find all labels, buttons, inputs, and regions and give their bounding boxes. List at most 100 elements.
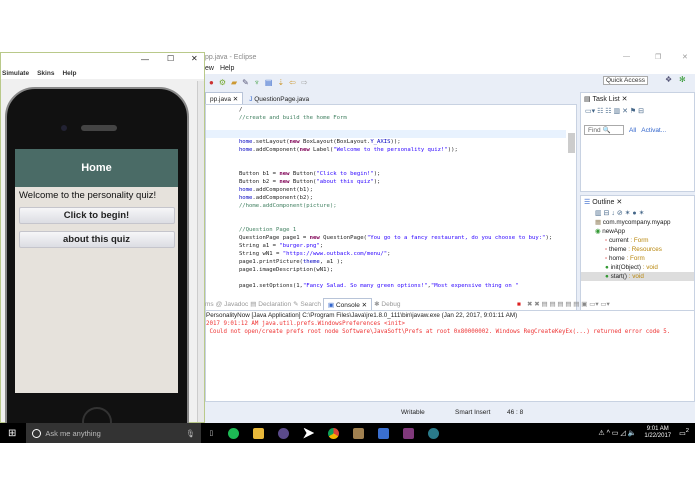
debug-icon[interactable]: ⚙ (219, 78, 226, 87)
code-line: home.addComponent(b2); (212, 195, 314, 201)
menu-simulate[interactable]: Simulate (2, 70, 29, 77)
spotify-icon[interactable] (228, 427, 240, 439)
task-list-title[interactable]: Task List (592, 96, 619, 103)
eclipse-icon[interactable] (428, 427, 440, 439)
clock[interactable]: 9:01 AM 1/22/2017 (644, 426, 671, 440)
editor-vertical-scrollbar[interactable] (568, 133, 575, 153)
code-line: String wN1 = "https://www.outback.com/me… (212, 251, 391, 257)
onenote-icon[interactable] (403, 427, 415, 439)
close-button[interactable]: ✕ (191, 54, 198, 63)
eclipse-window: pp.java - Eclipse — ❐ ✕ ew Help ● ⚙ ▰ ✎ ♆ ▤ ⇣ ⇦… (205, 52, 695, 423)
status-writable: Writable (401, 409, 425, 416)
simulator-window: — ☐ ✕ Simulate Skins Help Home Welcome t… (0, 52, 205, 437)
outline-item[interactable]: ● start() : void (581, 272, 694, 281)
annotation-icon[interactable]: ♆ (254, 78, 260, 87)
minimize-button[interactable]: — (141, 55, 149, 64)
run-icon[interactable]: ● (209, 78, 214, 87)
next-annotation-icon[interactable]: ⇣ (277, 78, 284, 87)
tab-javadoc[interactable]: @ Javadoc (216, 301, 249, 308)
app-icon[interactable] (278, 427, 290, 439)
outline-item[interactable]: ◉ newApp (581, 227, 694, 236)
status-cursor-position: 46 : 8 (507, 409, 524, 416)
quick-access-input[interactable]: Quick Access (603, 76, 649, 85)
minimize-button[interactable]: — (623, 53, 630, 60)
cortana-icon (32, 428, 42, 438)
package-icon: ▦ (595, 219, 603, 226)
menu-window[interactable]: ew (205, 65, 214, 72)
restore-button[interactable]: ❐ (655, 53, 661, 61)
close-button[interactable]: ✕ (682, 53, 688, 61)
outline-item[interactable]: ● init(Object) : void (581, 263, 694, 272)
tab-debug[interactable]: ✱ Debug (374, 300, 400, 308)
code-line: page1.setOptions(1,"Fancy Salad. So many… (212, 283, 519, 289)
outline-icon: ☰ (584, 199, 591, 206)
code-line: page1.imageDescription(wN1); (212, 267, 334, 273)
simulator-scrollbar[interactable] (197, 81, 204, 422)
chrome-icon[interactable] (328, 427, 340, 439)
mark-icon[interactable]: ▤ (265, 78, 273, 87)
outline-title[interactable]: Outline (592, 199, 614, 206)
tab-declaration[interactable]: ▤ Declaration (250, 300, 291, 308)
form-title: Home (15, 149, 178, 187)
task-view-icon[interactable]: ▯ (209, 429, 213, 437)
console-line: 2017 9:01:12 AM java.util.prefs.WindowsP… (206, 321, 405, 327)
system-tray-icons[interactable]: ⚠ ^ ▭ ◿ 🔈 (598, 429, 636, 437)
code-line: home.setLayout(new BoxLayout(BoxLayout.Y… (212, 139, 401, 145)
plex-icon[interactable] (303, 427, 315, 439)
menu-help[interactable]: Help (220, 65, 234, 72)
windows-start-icon[interactable]: ⊞ (8, 428, 16, 439)
code-line: //create and build the home Form (212, 115, 347, 121)
microphone-icon[interactable]: 🎙 (186, 429, 196, 438)
status-insert-mode: Smart Insert (455, 409, 491, 416)
outline-item[interactable]: ▦ com.mycompany.myapp (581, 218, 694, 227)
network-app-icon[interactable] (378, 427, 390, 439)
code-line: home.addComponent(new Label("Welcome to … (212, 147, 458, 153)
notifications-icon[interactable]: ▭2 (679, 428, 689, 437)
console-header: PersonalityNow [Java Application] C:\Pro… (206, 312, 518, 319)
maximize-button[interactable]: ☐ (167, 54, 174, 63)
remove-launch-icon[interactable]: ✖ ✖ ▤ ▤ ▤ ▤ ▤ ▣ ▭▾ ▭▾ (527, 300, 610, 308)
debug-perspective-icon[interactable]: ✻ (679, 75, 686, 84)
filter-all-link[interactable]: All (629, 127, 636, 134)
forward-icon[interactable]: ⇨ (301, 78, 308, 87)
task-list-icon: ▤ (584, 96, 591, 103)
java-perspective-icon[interactable]: ❖ (665, 75, 672, 84)
code-line: //Question Page 1 (212, 227, 297, 233)
find-input[interactable]: Find 🔍 (584, 125, 624, 135)
app-icon[interactable] (353, 427, 365, 439)
search-icon[interactable]: ✎ (242, 78, 249, 87)
code-line: page1.printPicture(theme, a1 ); (212, 259, 344, 265)
menu-help[interactable]: Help (62, 70, 76, 77)
simulator-title-bar: — ☐ ✕ (1, 53, 204, 67)
task-list-panel: ▤ Task List ✕ ▭▾ ☷ ☷ ▥ ✕ ⚑ ⊟ Find 🔍 All … (580, 92, 695, 192)
menu-skins[interactable]: Skins (37, 70, 54, 77)
code-line: Button b2 = new Button("about this quiz"… (212, 179, 381, 185)
terminate-icon[interactable]: ■ (517, 301, 521, 308)
main-toolbar: ● ⚙ ▰ ✎ ♆ ▤ ⇣ ⇦ ⇨ Quick Access ❖ ✻ (205, 75, 695, 89)
outline-item[interactable]: ▫ current : Form (581, 236, 694, 245)
begin-button[interactable]: Click to begin! (18, 207, 175, 224)
simulator-menu: Simulate Skins Help (1, 67, 204, 79)
outline-item[interactable]: ▫ home : Form (581, 254, 694, 263)
outline-toolbar: ▥ ⊟ ↓ ⊘ ✶ ● ✶ (595, 210, 645, 217)
about-button[interactable]: about this quiz (18, 231, 175, 248)
bottom-tabs: ms @ Javadoc ▤ Declaration ✎ Search ▣ Co… (205, 297, 695, 311)
tab-console[interactable]: ▣ Console ✕ (323, 297, 373, 311)
app-screen: Home Welcome to the personality quiz! Cl… (15, 149, 178, 393)
console-view[interactable]: PersonalityNow [Java Application] C:\Pro… (205, 310, 695, 402)
search-box[interactable]: Ask me anything 🎙 (26, 423, 202, 443)
outline-item[interactable]: ▫ theme : Resources (581, 245, 694, 254)
code-line: / (212, 107, 243, 113)
open-icon[interactable]: ▰ (231, 78, 237, 87)
tab-search[interactable]: ✎ Search (293, 300, 321, 308)
activate-link[interactable]: Activat... (641, 127, 666, 134)
tab-problems[interactable]: ms (205, 301, 214, 308)
file-explorer-icon[interactable] (253, 427, 265, 439)
back-icon[interactable]: ⇦ (289, 78, 296, 87)
